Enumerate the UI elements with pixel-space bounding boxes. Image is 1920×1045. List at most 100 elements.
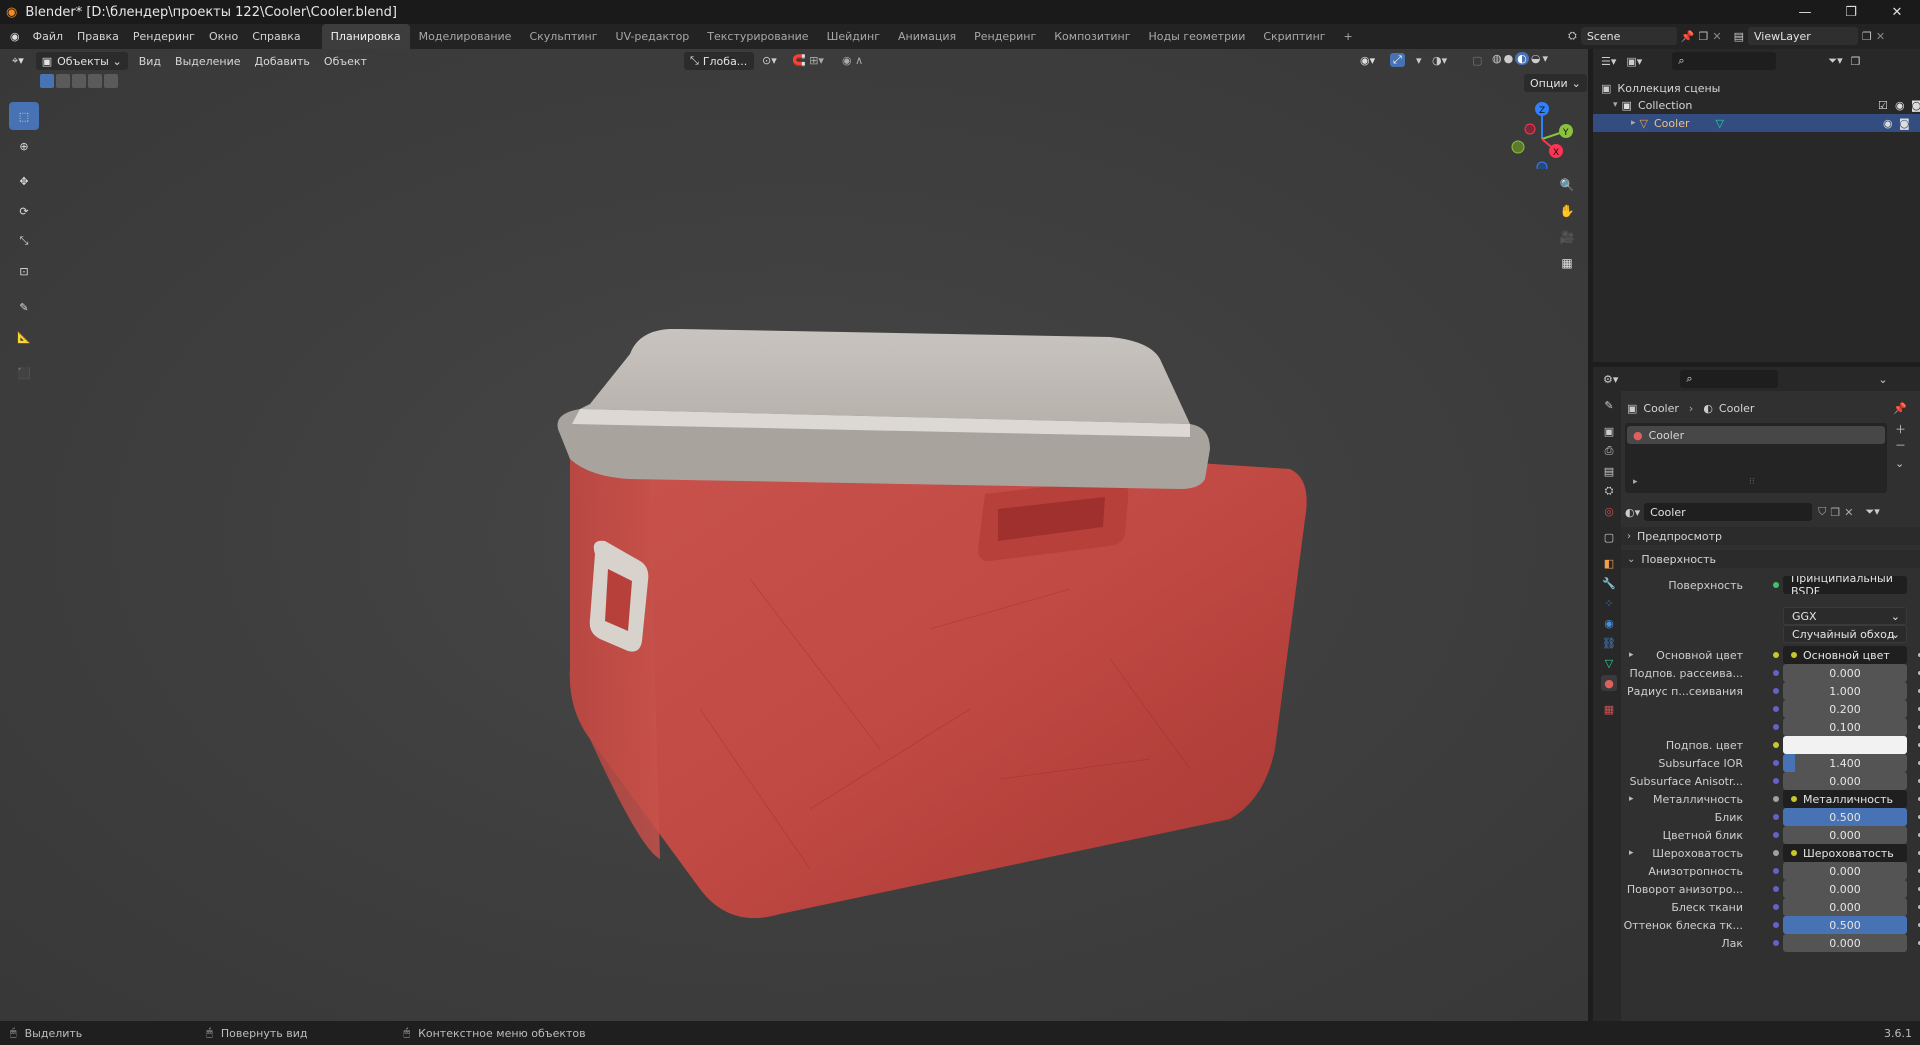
navigation-gizmo[interactable]: Z Y X (1500, 99, 1580, 169)
input-socket-icon[interactable] (1773, 742, 1779, 748)
data-tab-icon[interactable]: ▽ (1601, 655, 1617, 671)
exclude-checkbox-icon[interactable]: ☑ (1878, 99, 1888, 112)
texture-tab-icon[interactable]: ▦ (1601, 701, 1617, 717)
rotate-tool-icon[interactable]: ⟳ (9, 197, 39, 225)
wireframe-shading-icon[interactable]: ◍ (1492, 52, 1502, 65)
expand-arrow-icon[interactable]: ▸ (1631, 118, 1636, 128)
workspace-tab[interactable]: Скульптинг (520, 24, 606, 49)
input-socket-icon[interactable] (1773, 796, 1779, 802)
gizmo-toggle-icon[interactable]: ⤢ (1390, 53, 1405, 67)
mode-selector[interactable]: ▣ Объекты ⌄ (35, 52, 128, 70)
delete-view-layer-icon[interactable]: ✕ (1876, 30, 1885, 43)
linked-input-field[interactable]: Металличность (1783, 790, 1907, 808)
solid-shading-icon[interactable]: ● (1504, 52, 1514, 65)
input-socket-icon[interactable] (1773, 688, 1779, 694)
outliner-object-row[interactable]: ▸ ▽ Cooler ▽ ◉ ◙ (1593, 114, 1920, 132)
editor-type-icon[interactable]: ⌖▾ (12, 54, 24, 68)
input-socket-icon[interactable] (1773, 778, 1779, 784)
workspace-tab[interactable]: Скриптинг (1254, 24, 1334, 49)
display-mode-icon[interactable]: ▣▾ (1626, 55, 1642, 68)
numeric-slider-field[interactable]: 0.000 (1783, 934, 1907, 952)
select-invert-icon[interactable] (88, 74, 102, 88)
workspace-tab[interactable]: Ноды геометрии (1140, 24, 1255, 49)
camera-view-icon[interactable]: 🎥 (1556, 226, 1578, 248)
maximize-button[interactable]: ❐ (1828, 0, 1874, 24)
minimize-button[interactable]: — (1782, 0, 1828, 24)
gizmo-neg-y[interactable] (1511, 140, 1525, 154)
workspace-tab[interactable]: Рендеринг (965, 24, 1045, 49)
select-new-icon[interactable] (40, 74, 54, 88)
linked-input-field[interactable]: Шероховатость (1783, 844, 1907, 862)
select-subtract-icon[interactable] (72, 74, 86, 88)
numeric-slider-field[interactable]: 1.400 (1783, 754, 1907, 772)
outliner-scene-collection[interactable]: ▣ Коллекция сцены (1601, 79, 1720, 97)
properties-editor-icon[interactable]: ⚙▾ (1603, 373, 1618, 386)
transform-tool-icon[interactable]: ⊡ (9, 257, 39, 285)
viewport-menu-item[interactable]: Объект (317, 55, 374, 68)
object-tab-icon[interactable]: ◧ (1601, 555, 1617, 571)
numeric-slider-field[interactable]: 0.200 (1783, 700, 1907, 718)
numeric-slider-field[interactable]: 0.000 (1783, 898, 1907, 916)
gizmo-dropdown-icon[interactable]: ▾ (1416, 54, 1422, 67)
workspace-tab[interactable]: Текстурирование (698, 24, 817, 49)
options-dropdown[interactable]: Опции ⌄ (1524, 74, 1587, 92)
gizmo-neg-z[interactable] (1536, 161, 1548, 169)
viewport-menu-item[interactable]: Вид (132, 55, 168, 68)
pin-icon[interactable]: 📌 (1681, 30, 1695, 43)
eye-icon[interactable]: ◉ (1883, 117, 1893, 130)
input-socket-icon[interactable] (1773, 814, 1779, 820)
numeric-slider-field[interactable]: 0.000 (1783, 772, 1907, 790)
particles-tab-icon[interactable]: ⁘ (1601, 595, 1617, 611)
linked-input-field[interactable]: Основной цвет (1783, 646, 1907, 664)
rendered-shading-icon[interactable]: ◒ (1531, 52, 1541, 65)
output-tab-icon[interactable]: ⎙ (1601, 443, 1617, 459)
numeric-slider-field[interactable]: 1.000 (1783, 682, 1907, 700)
eye-icon[interactable]: ◉ (1895, 99, 1905, 112)
world-tab-icon[interactable]: ◎ (1601, 503, 1617, 519)
select-extend-icon[interactable] (56, 74, 70, 88)
input-socket-icon[interactable] (1773, 904, 1779, 910)
input-socket-icon[interactable] (1773, 850, 1779, 856)
visibility-icon[interactable]: ◉▾ (1360, 54, 1375, 67)
view-layer-selector[interactable]: ViewLayer (1748, 27, 1859, 45)
expand-arrow-icon[interactable]: ▾ (1613, 100, 1618, 110)
menu-item[interactable]: Справка (245, 24, 307, 49)
new-view-layer-icon[interactable]: ❐ (1862, 30, 1872, 43)
expand-arrow-icon[interactable]: ▸ (1629, 848, 1634, 858)
camera-render-icon[interactable]: ◙ (1899, 117, 1910, 130)
snap-icon[interactable]: 🧲 ⊞▾ (792, 54, 824, 67)
color-swatch[interactable] (1783, 736, 1907, 754)
pivot-point-icon[interactable]: ⊙▾ (762, 54, 777, 67)
input-socket-icon[interactable] (1773, 670, 1779, 676)
3d-viewport[interactable]: ⌖▾ ▣ Объекты ⌄ Вид Выделение Добавить Объект … (0, 49, 1588, 1021)
add-workspace-button[interactable]: + (1335, 24, 1362, 49)
scale-tool-icon[interactable]: ⤡ (9, 227, 39, 255)
menu-item[interactable]: Файл (26, 24, 70, 49)
add-cube-tool-icon[interactable]: ⬛ (9, 359, 39, 387)
expand-arrow-icon[interactable]: ▸ (1629, 794, 1634, 804)
collection-tab-icon[interactable]: ▢ (1601, 529, 1617, 545)
blender-menu-icon[interactable]: ◉ (10, 30, 20, 43)
annotate-tool-icon[interactable]: ✎ (9, 293, 39, 321)
cursor-tool-icon[interactable]: ⊕ (9, 132, 39, 160)
view-layer-icon[interactable]: ▤ (1734, 30, 1744, 43)
filter-icon[interactable]: ⏷▾ (1828, 54, 1842, 68)
scene-selector[interactable]: Scene (1580, 27, 1677, 45)
workspace-tab[interactable]: UV-редактор (607, 24, 699, 49)
scene-icon[interactable]: ⛭ (1568, 29, 1577, 43)
modifier-tab-icon[interactable]: 🔧 (1601, 575, 1617, 591)
tool-tab-icon[interactable]: ✎ (1601, 397, 1617, 413)
outliner-collection-row[interactable]: ▾ ▣ Collection ☑ ◉ ◙ (1613, 96, 1920, 114)
input-socket-icon[interactable] (1773, 706, 1779, 712)
select-box-tool-icon[interactable]: ⬚ (9, 102, 39, 130)
viewport-menu-item[interactable]: Добавить (248, 55, 317, 68)
input-socket-icon[interactable] (1773, 760, 1779, 766)
xray-icon[interactable]: ▢ (1472, 54, 1482, 67)
render-tab-icon[interactable]: ▣ (1601, 423, 1617, 439)
perspective-grid-icon[interactable]: ▦ (1556, 252, 1578, 274)
viewport-menu-item[interactable]: Выделение (168, 55, 248, 68)
move-tool-icon[interactable]: ✥ (9, 167, 39, 195)
menu-item[interactable]: Окно (202, 24, 245, 49)
physics-tab-icon[interactable]: ◉ (1601, 615, 1617, 631)
outliner-editor-icon[interactable]: ☰▾ (1601, 55, 1616, 68)
